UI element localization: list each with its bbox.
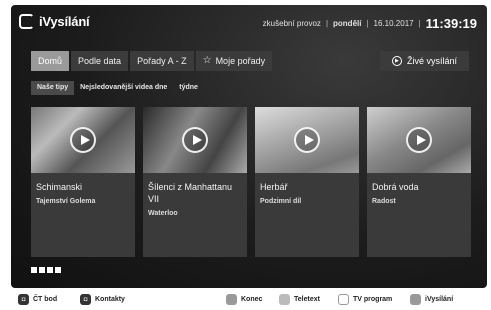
color-key-icon	[279, 294, 290, 305]
key-label: ČT bod	[33, 296, 58, 303]
subtab-tips[interactable]: Naše tipy	[31, 81, 75, 95]
remote-key-icon: ◘	[18, 294, 29, 305]
program-cards: Schimanski Tajemství Golema Šílenci z Ma…	[31, 107, 471, 257]
live-broadcast-button[interactable]: ▶ Živé vysílání	[380, 51, 469, 71]
nav-item-label: Podle data	[78, 56, 122, 66]
card-subtitle: Waterloo	[148, 210, 178, 217]
play-icon	[182, 127, 208, 153]
color-key-icon	[226, 294, 237, 305]
program-card[interactable]: Šílenci z Manhattanu VII Waterloo	[143, 107, 247, 257]
remote-key-icon: ◘	[80, 294, 91, 305]
play-circle-icon: ▶	[391, 56, 402, 66]
app-screen: iVysílání zkušební provoz | pondělí | 16…	[11, 5, 487, 288]
nav-item-label: Pořady A - Z	[137, 56, 187, 66]
pager	[31, 267, 63, 273]
program-card[interactable]: Schimanski Tajemství Golema	[31, 107, 135, 257]
thumbnail	[143, 107, 247, 173]
card-title: Šílenci z Manhattanu VII	[148, 182, 233, 204]
thumbnail	[31, 107, 135, 173]
pager-dot[interactable]	[39, 267, 45, 273]
nav-item-label: Domů	[38, 56, 63, 66]
subtabs: Naše tipy Nejsledovanější videa dne týdn…	[31, 81, 204, 95]
play-icon	[294, 127, 320, 153]
separator: |	[366, 19, 369, 28]
pager-dot[interactable]	[55, 267, 61, 273]
card-title: Dobrá voda	[372, 182, 419, 192]
key-label: TV program	[353, 296, 393, 303]
nav-item-my-programs[interactable]: ☆ Moje pořady	[195, 51, 273, 71]
subtab-most-watched-day[interactable]: Nejsledovanější videa dne	[74, 81, 173, 95]
remote-key-legend: ◘ ČT bod ◘ Kontakty Konec Teletext TV pr…	[0, 290, 491, 310]
main-nav: Domů Podle data Pořady A - Z ☆ Moje pořa…	[31, 51, 274, 71]
logo: iVysílání	[19, 14, 90, 29]
key-contacts[interactable]: ◘ Kontakty	[80, 294, 125, 305]
thumbnail	[255, 107, 359, 173]
card-subtitle: Podzimní díl	[260, 198, 302, 205]
thumbnail	[367, 107, 471, 173]
card-title: Herbář	[260, 182, 288, 192]
card-subtitle: Tajemství Golema	[36, 198, 96, 205]
status-bar: zkušební provoz | pondělí | 16.10.2017 |…	[263, 16, 477, 31]
key-ct-bod[interactable]: ◘ ČT bod	[18, 294, 57, 305]
color-key-icon	[338, 294, 349, 305]
key-tv-program[interactable]: TV program	[338, 294, 392, 305]
nav-item-programs-az[interactable]: Pořady A - Z	[130, 51, 194, 71]
logo-text: iVysílání	[39, 14, 90, 29]
play-icon	[70, 127, 96, 153]
key-teletext[interactable]: Teletext	[279, 294, 320, 305]
clock: 11:39:19	[425, 16, 477, 31]
card-title: Schimanski	[36, 182, 83, 192]
day-label: pondělí	[333, 19, 362, 28]
date-label: 16.10.2017	[373, 19, 414, 28]
header: iVysílání zkušební provoz | pondělí | 16…	[11, 5, 487, 39]
play-icon	[406, 127, 432, 153]
pager-dot[interactable]	[31, 267, 37, 273]
ct-logo-icon	[19, 14, 34, 29]
star-outline-icon: ☆	[202, 55, 212, 66]
nav-item-label: Moje pořady	[215, 56, 266, 66]
live-label: Živé vysílání	[406, 56, 457, 66]
key-ivysilani[interactable]: iVysílání	[410, 294, 453, 305]
pager-dot[interactable]	[47, 267, 53, 273]
key-label: iVysílání	[425, 296, 454, 303]
nav-item-home[interactable]: Domů	[31, 51, 70, 71]
nav-item-by-date[interactable]: Podle data	[71, 51, 129, 71]
key-label: Kontakty	[95, 296, 125, 303]
color-key-icon	[410, 294, 421, 305]
program-card[interactable]: Herbář Podzimní díl	[255, 107, 359, 257]
card-subtitle: Radost	[372, 198, 396, 205]
mode-label: zkušební provoz	[262, 19, 321, 28]
separator: |	[418, 19, 421, 28]
key-label: Konec	[241, 296, 263, 303]
subtab-most-watched-week[interactable]: týdne	[173, 81, 204, 95]
program-card[interactable]: Dobrá voda Radost	[367, 107, 471, 257]
key-label: Teletext	[294, 296, 320, 303]
separator: |	[325, 19, 329, 28]
key-exit[interactable]: Konec	[226, 294, 262, 305]
